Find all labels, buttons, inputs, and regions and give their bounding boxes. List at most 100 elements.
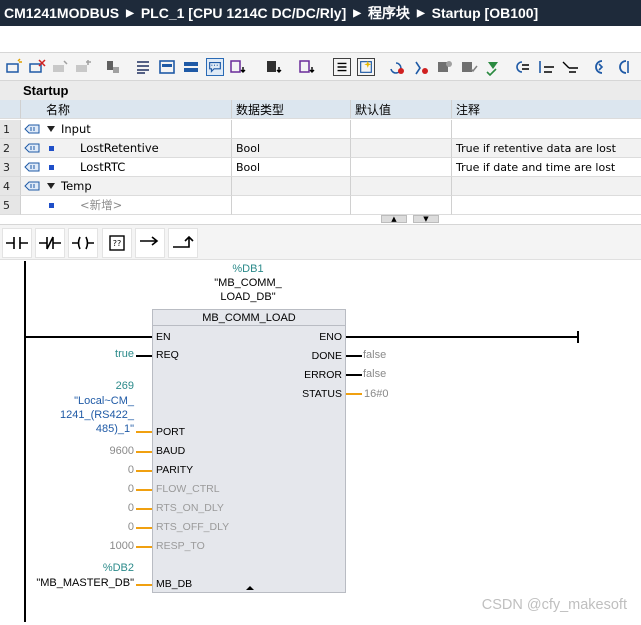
row-default[interactable] bbox=[351, 139, 452, 158]
rts-on-dly-actual[interactable]: 0 bbox=[70, 501, 134, 515]
next-row-icon[interactable] bbox=[537, 58, 555, 76]
open-all-icon[interactable] bbox=[266, 58, 284, 76]
pin-done[interactable]: DONE bbox=[282, 349, 342, 363]
ladder-network[interactable]: %DB1 "MB_COMM_ LOAD_DB" MB_COMM_LOAD EN … bbox=[0, 261, 641, 625]
insert-row-icon[interactable] bbox=[51, 58, 69, 76]
splitter-down-handle[interactable]: ▼ bbox=[413, 215, 439, 223]
row-default[interactable] bbox=[351, 158, 452, 177]
pin-flow-ctrl[interactable]: FLOW_CTRL bbox=[156, 482, 220, 496]
monitor-icon[interactable] bbox=[460, 58, 478, 76]
previous-icon[interactable] bbox=[590, 58, 608, 76]
delete-network-icon[interactable] bbox=[28, 58, 46, 76]
normally-open-contact-icon[interactable] bbox=[2, 228, 32, 258]
network-overview-icon[interactable] bbox=[158, 58, 176, 76]
row-datatype[interactable] bbox=[232, 120, 351, 139]
pin-status[interactable]: STATUS bbox=[282, 387, 342, 401]
resp-to-actual[interactable]: 1000 bbox=[70, 539, 134, 553]
breadcrumb-project[interactable]: CM1241MODBUS bbox=[4, 5, 119, 21]
expand-triangle-icon[interactable] bbox=[47, 183, 55, 189]
block-title[interactable]: MB_COMM_LOAD bbox=[153, 310, 345, 326]
compare-icon[interactable] bbox=[436, 58, 454, 76]
row-name-cell[interactable]: <新增> bbox=[21, 196, 232, 215]
row-default[interactable] bbox=[351, 196, 452, 215]
req-actual[interactable]: true bbox=[70, 347, 134, 361]
breadcrumb-program-blocks[interactable]: 程序块 bbox=[368, 3, 410, 23]
rts-off-dly-actual[interactable]: 0 bbox=[70, 520, 134, 534]
status-actual[interactable]: 16#0 bbox=[364, 387, 388, 401]
pin-eno[interactable]: ENO bbox=[282, 330, 342, 344]
absolute-operands-icon[interactable] bbox=[134, 58, 152, 76]
download-icon[interactable] bbox=[484, 58, 502, 76]
breadcrumb-block[interactable]: Startup [OB100] bbox=[432, 5, 539, 21]
pin-parity[interactable]: PARITY bbox=[156, 463, 193, 477]
output-coil-icon[interactable] bbox=[68, 228, 98, 258]
first-row-icon[interactable] bbox=[512, 58, 530, 76]
error-actual[interactable]: false bbox=[363, 367, 386, 381]
mb-comm-load-block[interactable]: MB_COMM_LOAD EN REQ PORT BAUD PARITY FLO… bbox=[152, 309, 346, 593]
port-actual-line2[interactable]: "Local~CM_ bbox=[30, 394, 134, 408]
parity-actual[interactable]: 0 bbox=[70, 463, 134, 477]
row-name-cell[interactable]: Temp bbox=[21, 177, 232, 196]
mb-db-actual-line2[interactable]: "MB_MASTER_DB" bbox=[20, 576, 134, 590]
row-datatype[interactable] bbox=[232, 177, 351, 196]
clear-icon[interactable] bbox=[104, 58, 122, 76]
column-header-datatype[interactable]: 数据类型 bbox=[232, 100, 351, 119]
add-row-icon[interactable] bbox=[74, 58, 92, 76]
row-comment[interactable]: True if date and time are lost bbox=[452, 158, 641, 177]
column-header-name[interactable]: 名称 bbox=[21, 100, 232, 119]
insert-network-icon[interactable] bbox=[5, 58, 23, 76]
pin-error[interactable]: ERROR bbox=[282, 368, 342, 382]
next-icon[interactable] bbox=[614, 58, 632, 76]
row-comment[interactable]: True if retentive data are lost bbox=[452, 139, 641, 158]
pin-port[interactable]: PORT bbox=[156, 425, 185, 439]
empty-box-icon[interactable]: ?? bbox=[102, 228, 132, 258]
highlight-icon[interactable] bbox=[357, 58, 375, 76]
row-datatype[interactable] bbox=[232, 196, 351, 215]
done-actual[interactable]: false bbox=[363, 348, 386, 362]
row-name-cell[interactable]: LostRetentive bbox=[21, 139, 232, 158]
pin-baud[interactable]: BAUD bbox=[156, 444, 185, 458]
port-actual-line4[interactable]: 485)_1" bbox=[30, 422, 134, 436]
flow-ctrl-actual[interactable]: 0 bbox=[70, 482, 134, 496]
comments-icon[interactable] bbox=[206, 58, 224, 76]
port-actual-line1[interactable]: 269 bbox=[30, 379, 134, 393]
collapse-networks-icon[interactable] bbox=[182, 58, 200, 76]
table-row[interactable]: 4 Temp bbox=[0, 177, 641, 196]
row-comment[interactable] bbox=[452, 177, 641, 196]
column-header-default[interactable]: 默认值 bbox=[351, 100, 452, 119]
pin-rts-off-dly[interactable]: RTS_OFF_DLY bbox=[156, 520, 229, 534]
row-name-cell[interactable]: Input bbox=[21, 120, 232, 139]
table-row[interactable]: 3 LostRTC Bool True if date and time are… bbox=[0, 158, 641, 177]
pin-rts-on-dly[interactable]: RTS_ON_DLY bbox=[156, 501, 224, 515]
instance-db-name-line2[interactable]: LOAD_DB" bbox=[198, 290, 298, 304]
row-default[interactable] bbox=[351, 120, 452, 139]
row-comment[interactable] bbox=[452, 196, 641, 215]
instance-db-name-line1[interactable]: "MB_COMM_ bbox=[198, 276, 298, 290]
go-to-error-icon[interactable] bbox=[388, 58, 406, 76]
pin-req[interactable]: REQ bbox=[156, 348, 179, 362]
favorites-icon[interactable] bbox=[230, 58, 248, 76]
mb-db-actual-line1[interactable]: %DB2 bbox=[30, 561, 134, 575]
expand-block-icon[interactable] bbox=[245, 584, 255, 592]
baud-actual[interactable]: 9600 bbox=[70, 444, 134, 458]
instance-db-number[interactable]: %DB1 bbox=[198, 262, 298, 276]
close-branch-icon[interactable] bbox=[168, 228, 198, 258]
splitter-up-handle[interactable]: ▲ bbox=[381, 215, 407, 223]
table-row[interactable]: 2 LostRetentive Bool True if retentive d… bbox=[0, 139, 641, 158]
add-new-row[interactable]: <新增> bbox=[80, 197, 122, 213]
row-datatype[interactable]: Bool bbox=[232, 139, 351, 158]
open-branch-icon[interactable] bbox=[135, 228, 165, 258]
row-comment[interactable] bbox=[452, 120, 641, 139]
pin-en[interactable]: EN bbox=[156, 330, 171, 344]
go-to-next-error-icon[interactable] bbox=[412, 58, 430, 76]
row-default[interactable] bbox=[351, 177, 452, 196]
breadcrumb-plc[interactable]: PLC_1 [CPU 1214C DC/DC/Rly] bbox=[141, 5, 346, 21]
pin-resp-to[interactable]: RESP_TO bbox=[156, 539, 205, 553]
table-row[interactable]: 5 <新增> bbox=[0, 196, 641, 215]
expand-triangle-icon[interactable] bbox=[47, 126, 55, 132]
close-all-icon[interactable] bbox=[299, 58, 317, 76]
column-header-comment[interactable]: 注释 bbox=[452, 100, 641, 119]
pin-mb-db[interactable]: MB_DB bbox=[156, 577, 192, 591]
table-row[interactable]: 1 Input bbox=[0, 120, 641, 139]
branch-icon[interactable] bbox=[561, 58, 579, 76]
